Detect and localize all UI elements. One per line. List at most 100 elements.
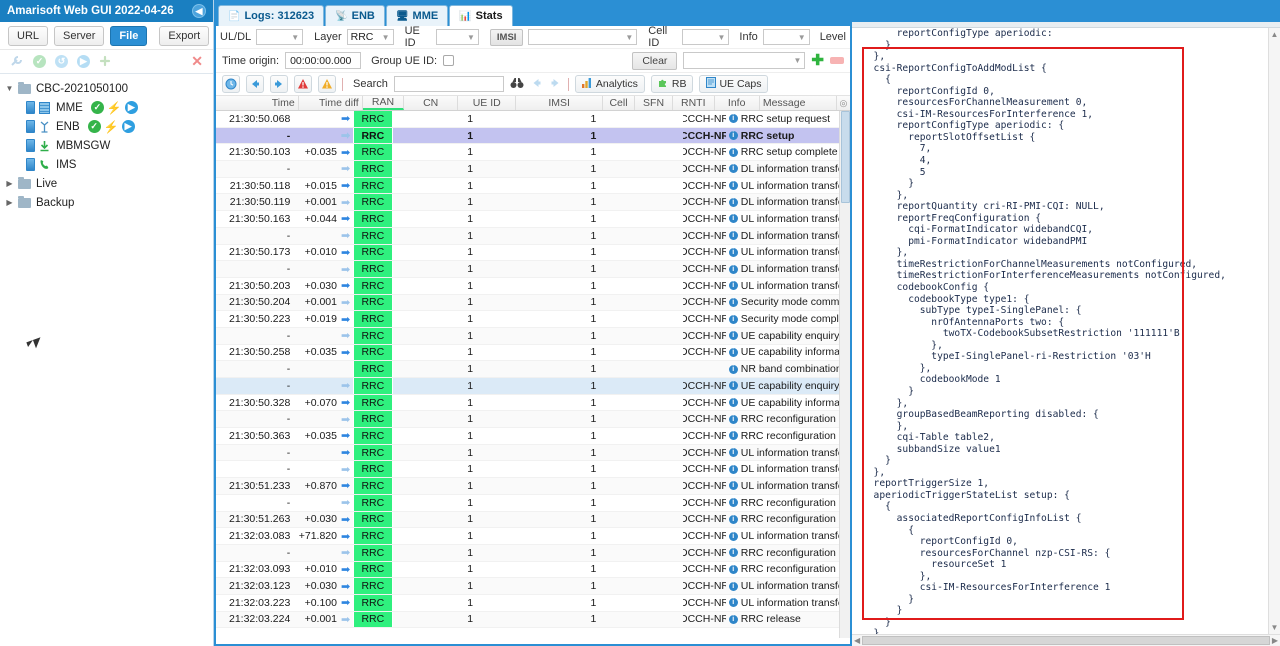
column-header-ran[interactable]: RAN [362,96,405,110]
table-row[interactable]: - RRC 1 1 i NR band combinations [216,361,850,378]
rb-button[interactable]: RB [650,75,694,93]
tree-item-mme[interactable]: MME ✓ ⚡ ▶ [4,98,213,117]
column-header-cell[interactable]: Cell [603,96,636,110]
table-row[interactable]: - ➡ RRC 1 1 DCCH-NR i RRC reconfiguration [216,494,850,512]
url-button[interactable]: URL [8,25,49,46]
column-header-info[interactable]: Info [715,96,760,110]
tree-item-ims[interactable]: IMS [4,155,213,174]
file-button[interactable]: File [110,25,148,46]
table-row[interactable]: 21:30:50.118 +0.015 ➡ RRC 1 1 DCCH-NR i UL infor… [216,177,850,195]
refresh-icon[interactable]: ↺ [55,55,68,68]
table-row[interactable]: 21:30:50.363 +0.035 ➡ RRC 1 1 DCCH-NR i RRC reco… [216,428,850,445]
table-row[interactable]: - ➡ RRC 1 1 DCCH-NR i RRC reconfiguration [216,544,850,562]
table-row[interactable]: 21:30:50.173 +0.010 ➡ RRC 1 1 DCCH-NR i UL infor… [216,244,850,262]
preset-select[interactable]: ▼ [683,52,806,69]
tree-item-backup[interactable]: ▶ Backup [4,193,213,212]
detail-horizontal-scrollbar[interactable]: ◀ ▶ [852,634,1280,646]
layer-select[interactable]: RRC ▼ [346,29,394,45]
chevron-down-icon[interactable]: ▼ [4,84,15,93]
tab-stats[interactable]: 📊 Stats [449,5,513,26]
tree-item-live[interactable]: ▶ Live [4,174,213,193]
time-origin-input[interactable]: 00:00:00.000 [285,52,362,69]
table-row[interactable]: 21:32:03.123 +0.030 ➡ RRC 1 1 DCCH-NR i UL infor… [216,578,850,595]
analytics-button[interactable]: Analytics [574,75,645,93]
table-row[interactable]: 21:30:50.119 +0.001 ➡ RRC 1 1 DCCH-NR i DL infor… [216,194,850,212]
close-icon[interactable]: ✕ [191,53,203,70]
chevron-left-icon[interactable]: ◀ [192,4,206,18]
table-row[interactable]: - ➡ RRC 1 1 CCCH-NR i RRC setup [216,127,850,145]
check-circle-icon[interactable]: ✓ [33,55,46,68]
chevron-right-icon[interactable]: ▶ [4,179,15,188]
play-circle-icon[interactable]: ▶ [121,120,135,133]
uldl-select[interactable]: ▼ [256,29,304,45]
add-icon[interactable] [99,55,113,69]
table-row[interactable]: - ➡ RRC 1 1 DCCH-NR i UE capability enquiry [216,327,850,345]
imsi-button[interactable]: IMSI [489,28,524,46]
error-icon[interactable] [294,75,312,93]
chevron-right-icon[interactable]: ▶ [4,198,15,207]
binoculars-icon[interactable] [510,77,524,92]
table-row[interactable]: 21:30:50.163 +0.044 ➡ RRC 1 1 DCCH-NR i UL infor… [216,211,850,228]
table-scroll-thumb[interactable] [841,111,850,203]
table-row[interactable]: 21:32:03.224 +0.001 ➡ RRC 1 1 DCCH-NR i RRC rele… [216,611,850,629]
caret-up-icon[interactable]: ▲ [1271,30,1279,39]
column-header-sfn[interactable]: SFN [635,96,673,110]
caret-left-icon[interactable]: ◀ [852,636,860,645]
info-select[interactable]: ▼ [762,29,810,45]
tree-item-enb[interactable]: ENB ✓ ⚡ ▶ [4,117,213,136]
table-row[interactable]: - ➡ RRC 1 1 DCCH-NR i UE capability enquiry [216,378,850,395]
table-row[interactable]: - ➡ RRC 1 1 DCCH-NR i DL information transfer [216,161,850,178]
table-row[interactable]: 21:30:50.223 +0.019 ➡ RRC 1 1 DCCH-NR i Security… [216,311,850,328]
table-row[interactable]: - ➡ RRC 1 1 DCCH-NR i UL information transfer [216,444,850,462]
column-header-rnti[interactable]: RNTI [673,96,715,110]
imsi-select[interactable]: ▼ [528,29,638,45]
column-header-imsi[interactable]: IMSI [516,96,603,110]
table-row[interactable]: 21:30:50.103 +0.035 ➡ RRC 1 1 DCCH-NR i RRC setu… [216,144,850,162]
wrench-icon[interactable] [10,55,24,69]
table-row[interactable]: 21:30:50.203 +0.030 ➡ RRC 1 1 DCCH-NR i UL infor… [216,277,850,295]
clock-icon[interactable] [222,75,240,93]
tab-mme[interactable]: 🖥 MME [385,5,449,26]
tree-item-mbmsgw[interactable]: MBMSGW [4,136,213,155]
search-next-icon[interactable] [549,77,562,92]
play-circle-icon[interactable]: ▶ [77,55,90,68]
table-body[interactable]: 21:30:50.068 ➡ RRC 1 1 CCCH-NR i RRC setup requ… [216,111,850,638]
table-row[interactable]: 21:30:50.068 ➡ RRC 1 1 CCCH-NR i RRC setup requ… [216,111,850,128]
detail-code-area[interactable]: reportConfigType aperiodic: } }, csi-Rep… [852,28,1280,634]
table-row[interactable]: 21:32:03.083 +71.820 ➡ RRC 1 1 DCCH-NR i UL info… [216,528,850,545]
minus-icon[interactable] [830,57,844,64]
detail-hscroll-thumb[interactable] [862,636,1270,645]
tab-enb[interactable]: 📡 ENB [325,5,385,26]
cellid-select[interactable]: ▼ [682,29,730,45]
plus-icon[interactable]: ✚ [811,53,824,68]
table-row[interactable]: - ➡ RRC 1 1 DCCH-NR i DL information transfer [216,461,850,479]
column-header-time[interactable]: Time [216,96,299,110]
server-button[interactable]: Server [54,25,105,46]
uecaps-button[interactable]: UE Caps [699,75,769,93]
table-vertical-scrollbar[interactable] [839,111,850,638]
group-ueid-checkbox[interactable] [443,55,455,66]
clear-button[interactable]: Clear [632,51,678,70]
caret-down-icon[interactable]: ▼ [1271,623,1279,632]
table-row[interactable]: - ➡ RRC 1 1 DCCH-NR i RRC reconfiguration [216,411,850,429]
search-input[interactable] [393,76,504,92]
table-row[interactable]: 21:32:03.093 +0.010 ➡ RRC 1 1 DCCH-NR i RRC reco… [216,561,850,579]
table-row[interactable]: 21:30:50.258 +0.035 ➡ RRC 1 1 DCCH-NR i UE capab… [216,344,850,362]
caret-right-icon[interactable]: ▶ [1272,636,1280,645]
column-options-icon[interactable]: ◎ [837,96,850,110]
column-header-cn[interactable]: CN [404,96,459,110]
export-button[interactable]: Export [159,25,210,46]
arrow-right-icon[interactable] [270,75,288,93]
table-row[interactable]: 21:30:50.204 +0.001 ➡ RRC 1 1 DCCH-NR i Security… [216,294,850,312]
search-prev-icon[interactable] [530,77,543,92]
table-row[interactable]: 21:32:03.223 +0.100 ➡ RRC 1 1 DCCH-NR i UL infor… [216,594,850,612]
warning-icon[interactable] [318,75,336,93]
table-row[interactable]: - ➡ RRC 1 1 DCCH-NR i DL information transfer [216,261,850,278]
tab-logs[interactable]: 📄 Logs: 312623 [218,5,325,26]
play-circle-icon[interactable]: ▶ [124,101,138,114]
column-header-message[interactable]: Message [760,96,837,110]
table-row[interactable]: - ➡ RRC 1 1 DCCH-NR i DL information transfer [216,227,850,245]
table-row[interactable]: 21:30:51.233 +0.870 ➡ RRC 1 1 DCCH-NR i UL infor… [216,478,850,495]
arrow-left-icon[interactable] [246,75,264,93]
detail-vertical-scrollbar[interactable]: ▲ ▼ [1268,28,1280,634]
